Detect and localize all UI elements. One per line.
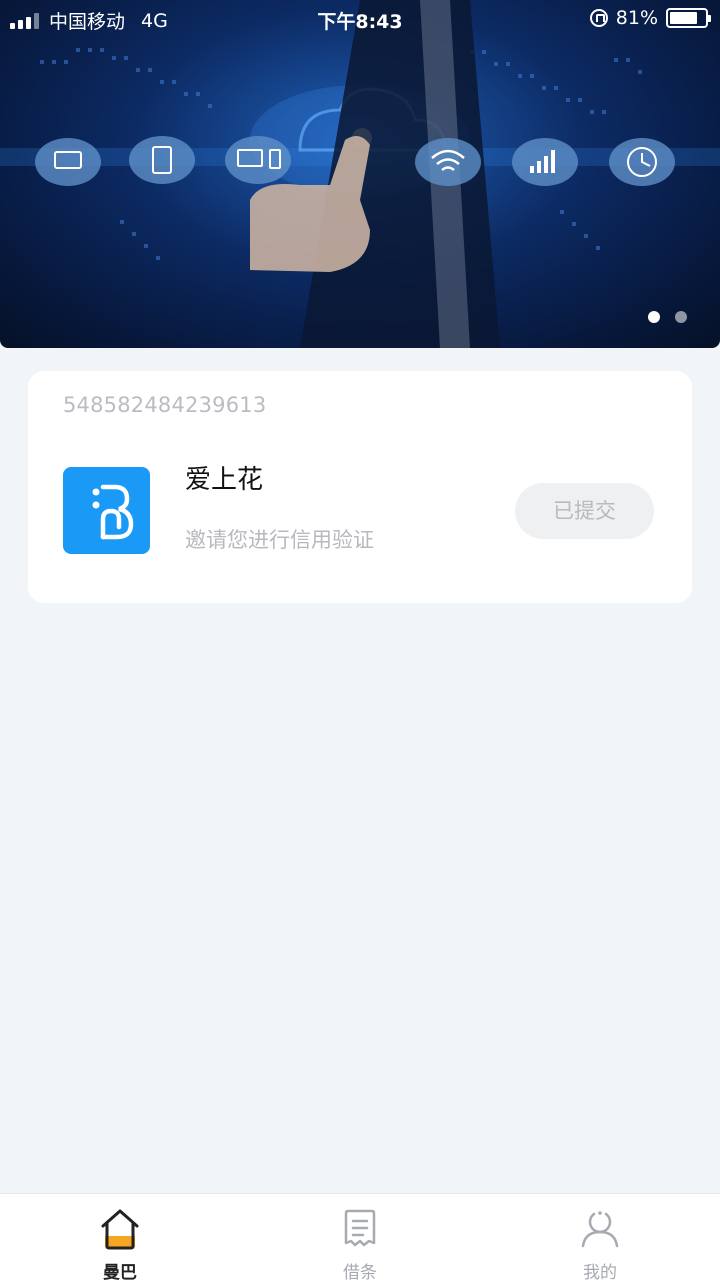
card-id-number: 548582484239613 xyxy=(63,393,267,417)
screen: 中国移动 4G 下午8:43 81% 548582484239613 爱上花 邀… xyxy=(0,0,720,1280)
battery-icon xyxy=(666,8,711,28)
app-name: 爱上花 xyxy=(185,465,264,495)
carousel-indicator xyxy=(648,311,687,323)
battery-percent: 81% xyxy=(615,7,658,29)
b-logo-icon xyxy=(92,484,134,540)
status-bar-right: 81% xyxy=(589,7,711,29)
loan-app-card[interactable]: 548582484239613 爱上花 邀请您进行信用验证 已提交 xyxy=(28,371,692,603)
carousel-dot[interactable] xyxy=(675,311,687,323)
tab-label-iou: 借条 xyxy=(343,1263,377,1280)
document-icon xyxy=(344,1209,376,1247)
bottom-tab-bar: 曼巴 借条 我的 xyxy=(0,1193,720,1280)
tab-iou[interactable]: 借条 xyxy=(240,1194,480,1280)
app-description: 邀请您进行信用验证 xyxy=(185,528,374,552)
submitted-status-button[interactable]: 已提交 xyxy=(515,483,654,539)
orientation-lock-icon xyxy=(589,9,608,27)
tab-label-profile: 我的 xyxy=(583,1263,617,1280)
status-bar: 中国移动 4G 下午8:43 81% xyxy=(0,0,720,38)
app-logo xyxy=(63,467,150,554)
carousel-dot-active[interactable] xyxy=(648,311,660,323)
tab-label-home: 曼巴 xyxy=(103,1263,137,1280)
banner-carousel[interactable]: 中国移动 4G 下午8:43 81% xyxy=(0,0,720,348)
home-icon xyxy=(101,1209,139,1250)
user-icon xyxy=(581,1211,619,1248)
tab-home[interactable]: 曼巴 xyxy=(0,1194,240,1280)
banner-image xyxy=(0,0,720,348)
tab-profile[interactable]: 我的 xyxy=(480,1194,720,1280)
